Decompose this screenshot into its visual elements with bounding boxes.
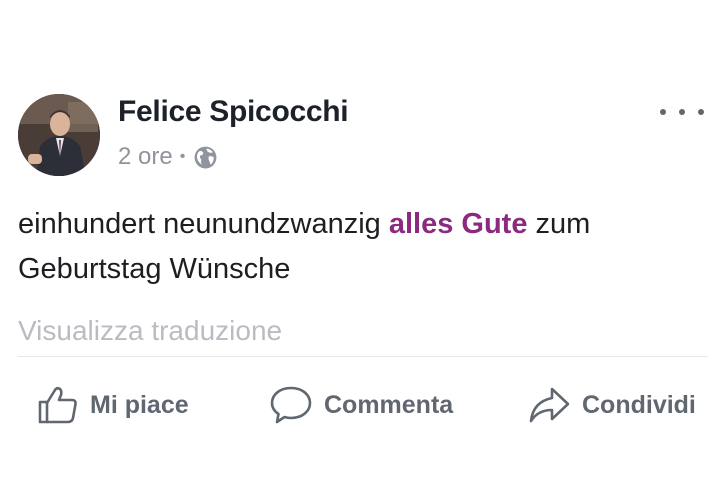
comment-button[interactable]: Commenta xyxy=(270,380,453,430)
avatar[interactable] xyxy=(18,94,100,176)
post-text-highlight[interactable]: alles Gute xyxy=(389,208,528,240)
comment-bubble-icon xyxy=(270,385,312,425)
like-label: Mi piace xyxy=(90,390,189,419)
more-options-icon[interactable] xyxy=(660,100,704,124)
more-dot xyxy=(698,109,704,115)
more-dot xyxy=(660,109,666,115)
avatar-photo xyxy=(18,94,100,176)
divider xyxy=(18,356,708,357)
share-label: Condividi xyxy=(582,390,696,419)
like-button[interactable]: Mi piace xyxy=(38,380,189,430)
share-arrow-icon xyxy=(528,386,570,424)
post-meta: 2 ore • xyxy=(118,143,218,171)
see-translation-link[interactable]: Visualizza traduzione xyxy=(18,315,282,347)
post-card: Felice Spicocchi 2 ore • einhundert neun… xyxy=(0,0,720,495)
more-dot xyxy=(679,109,685,115)
post-timestamp[interactable]: 2 ore xyxy=(118,143,173,171)
globe-icon[interactable] xyxy=(193,145,218,170)
meta-separator: • xyxy=(179,148,186,165)
post-text: einhundert neunundzwanzig alles Gute zum… xyxy=(18,202,688,292)
comment-label: Commenta xyxy=(324,390,454,419)
author-name[interactable]: Felice Spicocchi xyxy=(118,95,349,129)
thumbs-up-icon xyxy=(38,386,78,424)
action-bar: Mi piace Commenta Condividi xyxy=(0,380,720,430)
post-text-before: einhundert neunundzwanzig xyxy=(18,208,389,240)
share-button[interactable]: Condividi xyxy=(528,380,696,430)
